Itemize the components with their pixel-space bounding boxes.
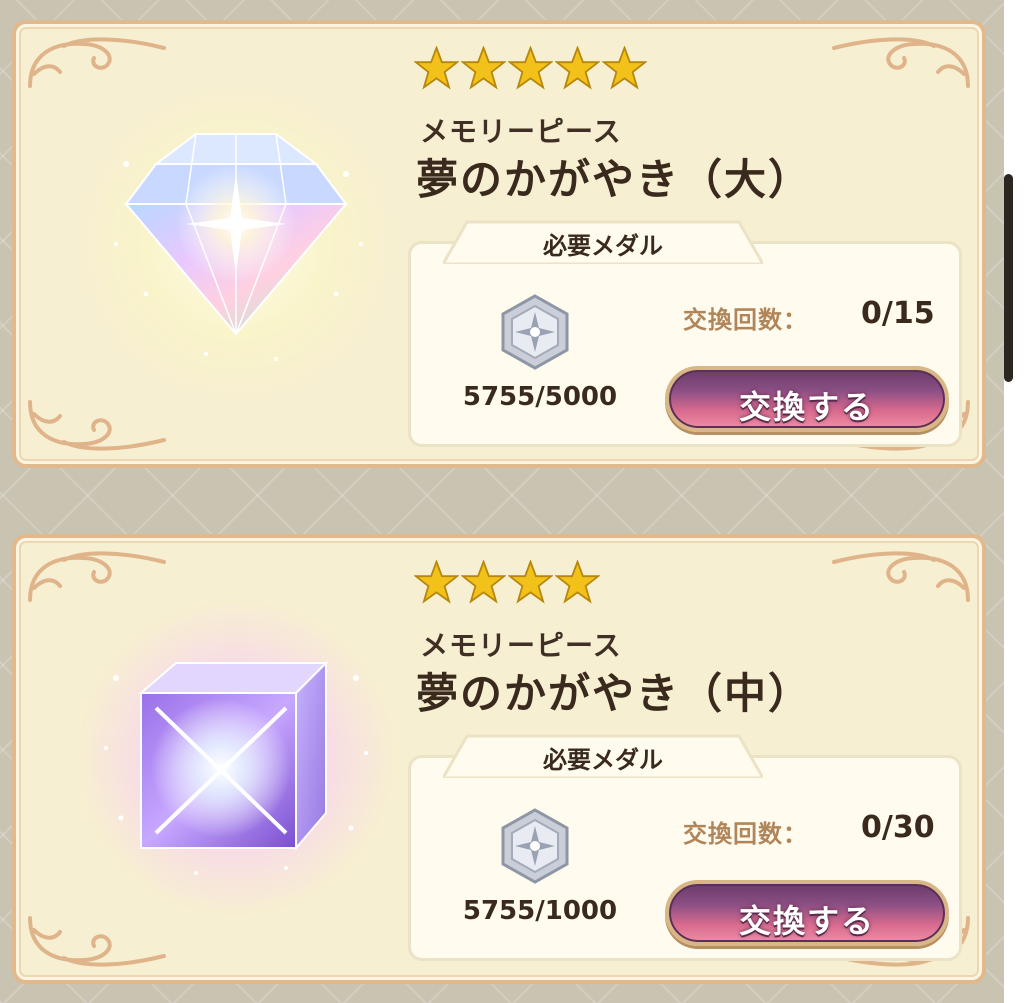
exchange-count-value: 0/15 xyxy=(861,296,935,331)
rarity-stars xyxy=(414,560,600,612)
medal-count: 5755/1000 xyxy=(462,896,618,926)
rarity-stars xyxy=(414,46,647,98)
exchange-card-cube: メモリーピース 夢のかがやき（中） 必要メダル 5755/1000 交換回数： … xyxy=(12,534,986,984)
star-icon xyxy=(508,46,553,90)
star-icon xyxy=(555,560,600,604)
ornament-corner xyxy=(28,551,166,602)
exchange-button-label: 交換する xyxy=(738,388,875,426)
star-icon xyxy=(414,46,459,90)
required-medal-panel: 必要メダル 5755/1000 交換回数： 0/30 交換する xyxy=(408,734,962,961)
diamond-gem-icon xyxy=(114,133,363,361)
medal-count: 5755/5000 xyxy=(462,382,618,412)
star-icon xyxy=(414,560,459,604)
ornament-corner xyxy=(28,400,166,451)
exchange-button[interactable]: 交換する xyxy=(665,880,949,946)
scrollbar-thumb[interactable] xyxy=(1004,174,1013,382)
required-medal-panel: 必要メダル 5755/5000 交換回数： 0/15 交換する xyxy=(408,220,962,447)
item-category: メモリーピース xyxy=(420,115,622,148)
scrollbar-track[interactable] xyxy=(1004,0,1024,1003)
exchange-count-label: 交換回数： xyxy=(683,820,808,848)
exchange-count-label: 交換回数： xyxy=(683,306,808,334)
star-icon xyxy=(555,46,600,90)
cube-gem-icon xyxy=(104,660,368,875)
item-category: メモリーピース xyxy=(420,629,622,662)
silver-medal-icon xyxy=(501,808,569,884)
medal-header-tab xyxy=(443,220,763,264)
star-icon xyxy=(508,560,553,604)
exchange-button-label: 交換する xyxy=(738,902,875,940)
item-title: 夢のかがやき（中） xyxy=(416,669,813,718)
item-title: 夢のかがやき（大） xyxy=(416,155,813,204)
ornament-corner xyxy=(28,37,166,88)
exchange-button[interactable]: 交換する xyxy=(665,366,949,432)
star-icon xyxy=(602,46,647,90)
silver-medal-icon xyxy=(501,294,569,370)
exchange-card-diamond: メモリーピース 夢のかがやき（大） 必要メダル 5755/5000 交換回数： … xyxy=(12,20,986,468)
ornament-corner xyxy=(832,551,970,602)
medal-header-tab xyxy=(443,734,763,778)
ornament-corner xyxy=(832,37,970,88)
star-icon xyxy=(461,46,506,90)
exchange-count-value: 0/30 xyxy=(861,810,935,845)
ornament-corner xyxy=(28,916,166,967)
star-icon xyxy=(461,560,506,604)
